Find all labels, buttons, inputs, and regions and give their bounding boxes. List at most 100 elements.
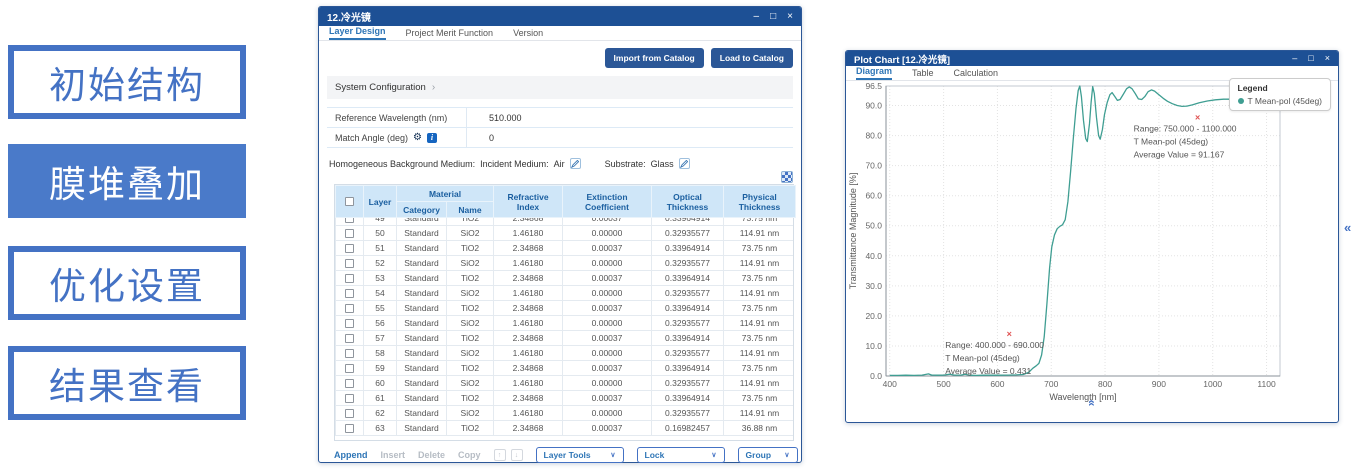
table-cell: 0.33964914	[652, 241, 724, 256]
table-cell: 52	[364, 256, 397, 271]
row-checkbox[interactable]	[345, 259, 354, 268]
system-configuration-header[interactable]: System Configuration ›	[327, 76, 793, 99]
lock-dropdown[interactable]: Lock ∨	[637, 447, 725, 463]
step-box-4[interactable]: 结果查看	[8, 346, 246, 420]
step-label: 结果查看	[49, 356, 205, 410]
move-up-button[interactable]: ↑	[494, 449, 506, 461]
edit-substrate-icon[interactable]	[679, 158, 690, 169]
gear-icon[interactable]: ⚙	[413, 132, 422, 143]
select-all-checkbox[interactable]	[345, 197, 354, 206]
move-down-button[interactable]: ↓	[511, 449, 523, 461]
table-cell: TiO2	[447, 421, 494, 436]
y-tick-label: 96.5	[865, 81, 882, 91]
table-row: 53StandardTiO22.348680.000370.3396491473…	[336, 271, 794, 286]
row-checkbox[interactable]	[345, 334, 354, 343]
row-checkbox[interactable]	[345, 379, 354, 388]
table-cell: 1.46180	[494, 256, 563, 271]
table-row: 63StandardTiO22.348680.000370.1698245736…	[336, 421, 794, 436]
group-dropdown[interactable]: Group ∨	[738, 447, 798, 463]
info-icon[interactable]: i	[427, 133, 437, 143]
table-cell: 61	[364, 391, 397, 406]
legend-entry: T Mean-pol (45deg)	[1238, 96, 1323, 106]
substrate-label: Substrate:	[605, 159, 646, 169]
layer-table-body[interactable]: 49StandardTiO22.348680.000370.3396491473…	[335, 218, 793, 440]
insert-button[interactable]: Insert	[381, 450, 406, 460]
table-cell: 0.00037	[563, 391, 652, 406]
x-tick-label: 1000	[1203, 379, 1222, 389]
col-header-refractive-index: Refractive Index	[494, 186, 563, 218]
import-from-catalog-button[interactable]: Import from Catalog	[605, 48, 704, 68]
table-cell: 114.91 nm	[724, 376, 794, 391]
row-checkbox[interactable]	[345, 394, 354, 403]
row-checkbox[interactable]	[345, 218, 354, 223]
copy-button[interactable]: Copy	[458, 450, 481, 460]
tab-layer-design[interactable]: Layer Design	[329, 26, 386, 40]
background-medium-label: Homogeneous Background Medium:	[329, 159, 475, 169]
col-header-category: Category	[397, 202, 447, 218]
table-cell: SiO2	[447, 346, 494, 361]
annotation-marker-icon[interactable]: ×	[1195, 113, 1200, 123]
row-checkbox[interactable]	[345, 409, 354, 418]
edit-incident-medium-icon[interactable]	[570, 158, 581, 169]
tab-diagram[interactable]: Diagram	[856, 66, 892, 80]
table-cell: 2.34868	[494, 271, 563, 286]
y-tick-label: 20.0	[865, 311, 882, 321]
col-header-physical-thickness: Physical Thickness	[724, 186, 796, 218]
chevrons-up-icon: «	[1085, 400, 1099, 407]
close-icon[interactable]: ×	[1325, 51, 1330, 66]
table-cell: 114.91 nm	[724, 286, 794, 301]
y-tick-label: 50.0	[865, 221, 882, 231]
step-box-3[interactable]: 优化设置	[8, 246, 246, 320]
tab-version[interactable]: Version	[513, 28, 543, 40]
annotation-text: T Mean-pol (45deg)	[1134, 137, 1209, 147]
row-checkbox[interactable]	[345, 289, 354, 298]
append-button[interactable]: Append	[334, 450, 368, 460]
table-row: 59StandardTiO22.348680.000370.3396491473…	[336, 361, 794, 376]
load-to-catalog-button[interactable]: Load to Catalog	[711, 48, 793, 68]
table-cell: 2.34868	[494, 218, 563, 226]
expand-panel-button[interactable]: «	[1089, 394, 1096, 412]
table-cell: TiO2	[447, 331, 494, 346]
tab-project-merit-function[interactable]: Project Merit Function	[406, 28, 494, 40]
row-checkbox[interactable]	[345, 424, 354, 433]
table-settings-icon[interactable]	[781, 171, 793, 183]
row-checkbox[interactable]	[345, 319, 354, 328]
maximize-icon[interactable]: □	[770, 7, 776, 26]
match-angle-value[interactable]: 0	[467, 133, 494, 143]
row-checkbox[interactable]	[345, 244, 354, 253]
table-cell: 1.46180	[494, 286, 563, 301]
delete-button[interactable]: Delete	[418, 450, 445, 460]
reference-wavelength-value[interactable]: 510.000	[467, 113, 522, 123]
table-cell: 0.32935577	[652, 256, 724, 271]
table-cell: SiO2	[447, 286, 494, 301]
table-cell: 2.34868	[494, 331, 563, 346]
step-box-2[interactable]: 膜堆叠加	[8, 144, 246, 218]
table-cell: 0.32935577	[652, 316, 724, 331]
step-box-1[interactable]: 初始结构	[8, 45, 246, 119]
maximize-icon[interactable]: □	[1308, 51, 1313, 66]
layer-table: Layer Material Refractive Index Extincti…	[334, 184, 794, 441]
table-cell: Standard	[397, 256, 447, 271]
legend-series-dot	[1238, 98, 1244, 104]
row-checkbox[interactable]	[345, 229, 354, 238]
row-checkbox[interactable]	[345, 274, 354, 283]
table-cell: Standard	[397, 316, 447, 331]
minimize-icon[interactable]: –	[1292, 51, 1297, 66]
table-row: 58StandardSiO21.461800.000000.3293557711…	[336, 346, 794, 361]
annotation-marker-icon[interactable]: ×	[1007, 329, 1012, 339]
row-checkbox[interactable]	[345, 349, 354, 358]
row-checkbox[interactable]	[345, 304, 354, 313]
collapse-panel-button[interactable]: «	[1344, 220, 1351, 235]
layer-tools-dropdown[interactable]: Layer Tools ∨	[536, 447, 624, 463]
close-icon[interactable]: ×	[787, 7, 793, 26]
table-cell: 0.00037	[563, 241, 652, 256]
plot-chart-window: Plot Chart [12.冷光镜] – □ × DiagramTableCa…	[845, 50, 1339, 423]
table-cell: 114.91 nm	[724, 346, 794, 361]
table-cell: 54	[364, 286, 397, 301]
tab-calculation[interactable]: Calculation	[954, 68, 999, 80]
minimize-icon[interactable]: –	[754, 7, 760, 26]
tab-table[interactable]: Table	[912, 68, 934, 80]
table-cell: Standard	[397, 241, 447, 256]
table-row: 55StandardTiO22.348680.000370.3396491473…	[336, 301, 794, 316]
row-checkbox[interactable]	[345, 364, 354, 373]
